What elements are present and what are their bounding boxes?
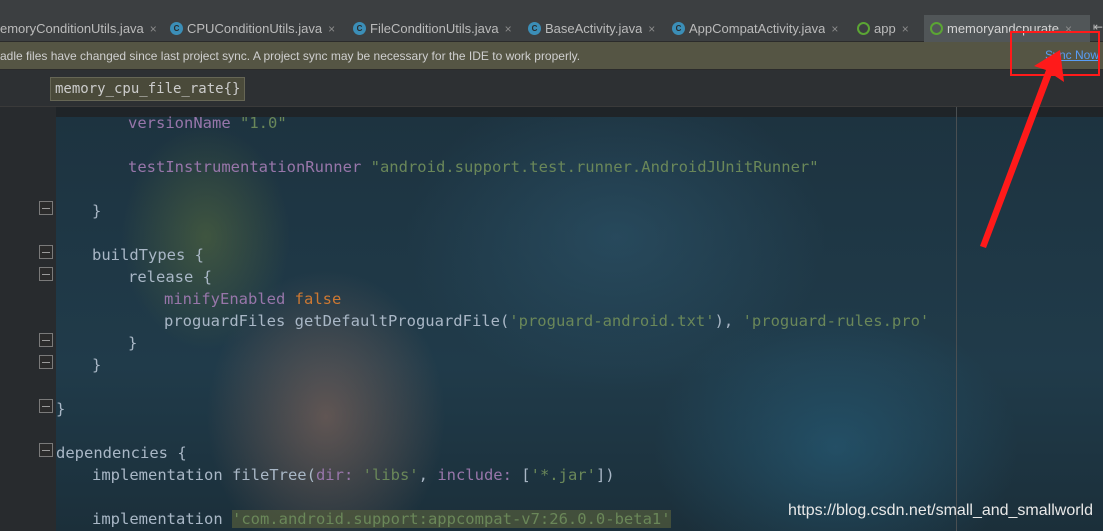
code-line: dependencies {: [56, 444, 187, 462]
breadcrumb-bar: memory_cpu_file_rate{}: [0, 70, 1103, 107]
watermark: https://blog.csdn.net/small_and_smallwor…: [787, 502, 1093, 519]
code-line: release {: [128, 268, 212, 286]
close-icon[interactable]: ×: [150, 22, 157, 36]
fold-marker-icon[interactable]: [39, 355, 53, 369]
fold-marker-icon[interactable]: [39, 201, 53, 215]
tab-label: emoryConditionUtils.java: [0, 21, 144, 36]
close-icon[interactable]: ×: [831, 22, 838, 36]
close-icon[interactable]: ×: [505, 22, 512, 36]
tab-label: BaseActivity.java: [545, 21, 643, 36]
tab-label: AppCompatActivity.java: [689, 21, 826, 36]
tab-appcompat-activity[interactable]: C AppCompatActivity.java ×: [672, 15, 847, 42]
annotation-arrow-icon: [980, 50, 1064, 248]
fold-marker-icon[interactable]: [39, 443, 53, 457]
code-line: implementation 'com.android.support:appc…: [92, 510, 671, 528]
code-line: }: [92, 356, 102, 374]
code-line: }: [92, 202, 102, 220]
tab-app-gradle[interactable]: app ×: [857, 15, 919, 42]
tab-label: FileConditionUtils.java: [370, 21, 499, 36]
java-class-icon: C: [528, 22, 541, 35]
code-editor[interactable]: versionName "1.0" testInstrumentationRun…: [0, 107, 1103, 531]
gradle-sync-notification: adle files have changed since last proje…: [0, 42, 1103, 70]
notification-message: adle files have changed since last proje…: [0, 49, 581, 63]
gradle-icon: [857, 22, 870, 35]
close-icon[interactable]: ×: [328, 22, 335, 36]
java-class-icon: C: [170, 22, 183, 35]
tab-cpu-condition-utils[interactable]: C CPUConditionUtils.java ×: [170, 15, 342, 42]
code-line: testInstrumentationRunner "android.suppo…: [128, 158, 819, 176]
java-class-icon: C: [672, 22, 685, 35]
editor-gutter: [0, 107, 56, 531]
right-margin-guide: [956, 107, 957, 531]
code-line: proguardFiles getDefaultProguardFile('pr…: [164, 312, 930, 330]
close-icon[interactable]: ×: [648, 22, 655, 36]
editor-tab-bar: emoryConditionUtils.java × C CPUConditio…: [0, 0, 1103, 42]
code-line: minifyEnabled false: [164, 290, 342, 308]
gradle-icon: [930, 22, 943, 35]
breadcrumb[interactable]: memory_cpu_file_rate{}: [50, 77, 246, 101]
close-icon[interactable]: ×: [902, 22, 909, 36]
code-line: }: [56, 400, 66, 418]
tab-label: app: [874, 21, 896, 36]
fold-marker-icon[interactable]: [39, 399, 53, 413]
tab-file-condition-utils[interactable]: C FileConditionUtils.java ×: [353, 15, 515, 42]
code-line: implementation fileTree(dir: 'libs', inc…: [92, 466, 615, 484]
tab-base-activity[interactable]: C BaseActivity.java ×: [528, 15, 663, 42]
java-class-icon: C: [353, 22, 366, 35]
fold-marker-icon[interactable]: [39, 333, 53, 347]
fold-marker-icon[interactable]: [39, 245, 53, 259]
code-line: buildTypes {: [92, 246, 204, 264]
fold-marker-icon[interactable]: [39, 267, 53, 281]
tab-label: CPUConditionUtils.java: [187, 21, 323, 36]
tab-memory-condition-utils[interactable]: emoryConditionUtils.java ×: [0, 15, 163, 42]
code-line: versionName "1.0": [128, 114, 287, 132]
code-line: }: [128, 334, 138, 352]
